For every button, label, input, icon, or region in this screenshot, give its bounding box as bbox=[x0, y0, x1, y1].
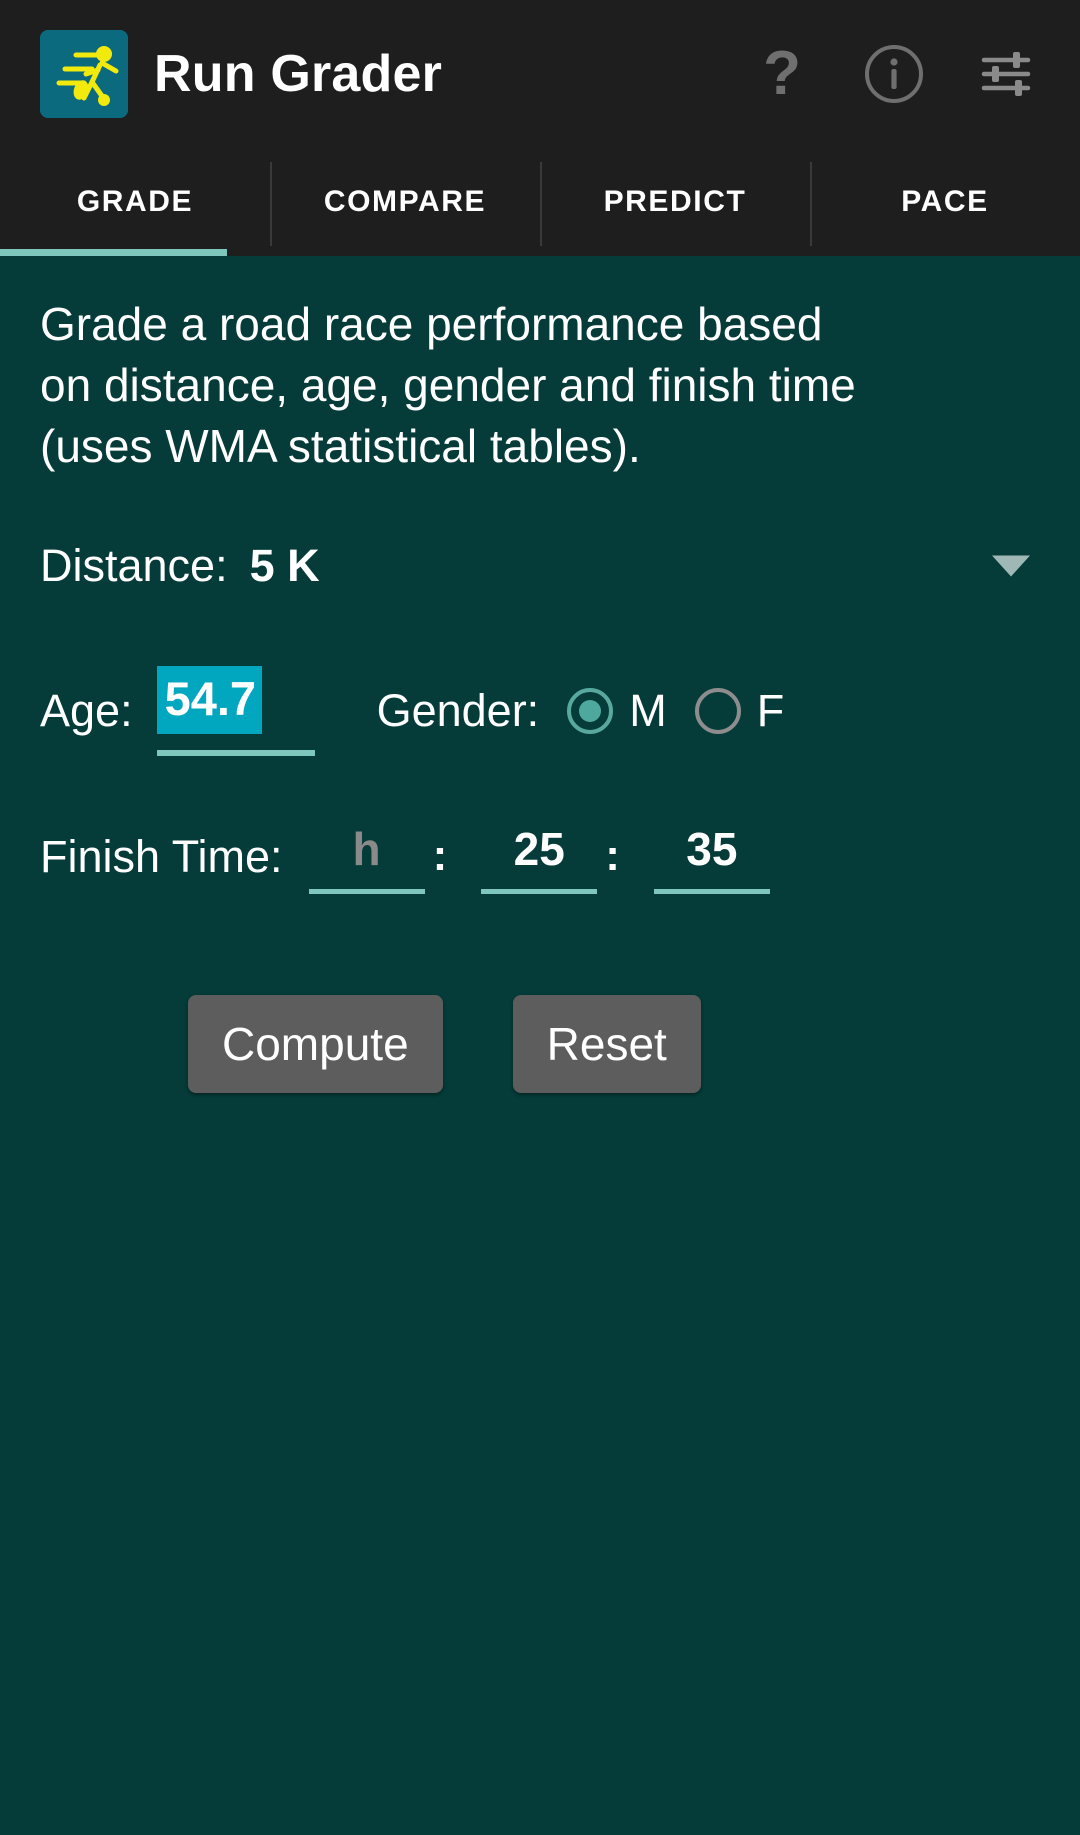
chevron-down-icon[interactable] bbox=[992, 555, 1030, 577]
finish-time-hours-input[interactable]: h bbox=[308, 817, 425, 894]
app-title: Run Grader bbox=[154, 45, 443, 103]
top-bar-actions: ? bbox=[726, 0, 1062, 148]
help-glyph: ? bbox=[763, 39, 801, 108]
tab-pace[interactable]: PACE bbox=[810, 148, 1080, 256]
age-input[interactable]: 54.7 bbox=[156, 666, 315, 756]
top-app-bar: Run Grader ? bbox=[0, 0, 1080, 148]
seconds-underline bbox=[653, 889, 770, 894]
help-icon[interactable]: ? bbox=[726, 18, 838, 130]
finish-time-row: Finish Time: h : 25 : 35 bbox=[40, 817, 1040, 937]
finish-time-label: Finish Time: bbox=[40, 831, 283, 882]
runner-app-icon bbox=[40, 30, 128, 118]
finish-time-minutes-input[interactable]: 25 bbox=[481, 817, 598, 894]
age-label: Age: bbox=[40, 685, 133, 736]
distance-label: Distance: bbox=[40, 540, 228, 591]
age-value[interactable]: 54.7 bbox=[156, 666, 263, 734]
action-button-row: Compute Reset bbox=[40, 995, 1040, 1093]
finish-time-seconds-input[interactable]: 35 bbox=[653, 817, 770, 894]
settings-sliders-icon[interactable] bbox=[950, 18, 1062, 130]
info-icon[interactable] bbox=[838, 18, 950, 130]
gender-radio-female[interactable] bbox=[694, 688, 741, 734]
description-text: Grade a road race performance based on d… bbox=[40, 298, 856, 472]
hours-underline bbox=[308, 889, 425, 894]
distance-value[interactable]: 5 K bbox=[250, 540, 320, 592]
gender-label-male[interactable]: M bbox=[629, 685, 667, 737]
app-root: Run Grader ? GRADE COMPARE PREDICT PACE … bbox=[0, 0, 1080, 1835]
finish-time-seconds-value: 35 bbox=[686, 823, 738, 875]
active-tab-indicator bbox=[0, 249, 227, 256]
gender-label-female[interactable]: F bbox=[757, 685, 785, 737]
age-gender-row: Age: 54.7 Gender: M F bbox=[40, 651, 1040, 771]
minutes-underline bbox=[481, 889, 598, 894]
tab-compare[interactable]: COMPARE bbox=[270, 148, 540, 256]
gender-radio-male[interactable] bbox=[567, 688, 614, 734]
finish-time-hours-value: h bbox=[352, 823, 381, 875]
distance-row[interactable]: Distance: 5 K bbox=[40, 523, 1040, 609]
time-separator-1: : bbox=[432, 831, 448, 880]
gender-label: Gender: bbox=[376, 685, 540, 736]
age-input-underline bbox=[156, 750, 315, 756]
compute-button[interactable]: Compute bbox=[188, 995, 443, 1093]
tab-bar: GRADE COMPARE PREDICT PACE bbox=[0, 148, 1080, 256]
reset-button[interactable]: Reset bbox=[512, 995, 701, 1093]
finish-time-minutes-value: 25 bbox=[513, 823, 565, 875]
tab-predict[interactable]: PREDICT bbox=[540, 148, 810, 256]
radio-dot-male bbox=[579, 700, 602, 722]
time-separator-2: : bbox=[605, 831, 620, 880]
tab-grade[interactable]: GRADE bbox=[0, 148, 270, 256]
grade-tab-content: Grade a road race performance based on d… bbox=[0, 256, 1080, 1835]
